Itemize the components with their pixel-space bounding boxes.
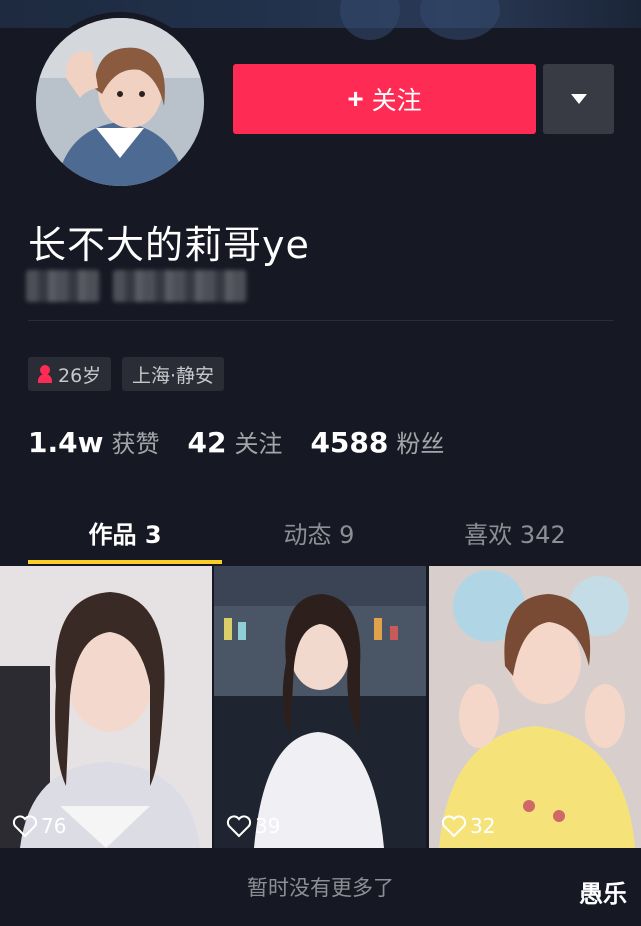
more-options-button[interactable] <box>543 64 614 134</box>
follow-label: 关注 <box>371 87 422 115</box>
blurred-user-id <box>113 270 247 302</box>
video-thumbnail-image <box>214 566 426 848</box>
follow-button[interactable]: + 关注 <box>233 64 536 134</box>
likes-count: 1.4w <box>28 426 104 459</box>
following-label: 关注 <box>234 430 283 458</box>
avatar-image <box>36 18 204 186</box>
video-grid: 76 39 32 <box>0 566 641 848</box>
likes-stat[interactable]: 1.4w 获赞 <box>28 424 159 459</box>
like-count-value: 39 <box>255 814 281 838</box>
like-count: 76 <box>12 814 66 838</box>
video-thumbnail-image <box>429 566 641 848</box>
active-tab-indicator <box>28 560 222 564</box>
female-icon <box>38 365 52 383</box>
followers-label: 粉丝 <box>396 430 445 458</box>
tab-moments[interactable]: 动态 9 <box>222 500 416 564</box>
video-thumbnail[interactable]: 39 <box>214 566 426 848</box>
location-label: 上海·静安 <box>132 364 215 387</box>
watermark: 愚乐 <box>579 880 627 908</box>
age-label: 26岁 <box>58 364 102 387</box>
like-count-value: 76 <box>41 814 67 838</box>
caret-down-icon <box>570 94 587 104</box>
stats-row: 1.4w 获赞 42 关注 4588 粉丝 <box>28 424 472 459</box>
blurred-user-id <box>26 270 100 302</box>
avatar[interactable] <box>36 18 204 186</box>
divider <box>28 320 614 321</box>
followers-count: 4588 <box>310 426 389 459</box>
banner-decoration <box>420 0 500 40</box>
video-thumbnail[interactable]: 76 <box>0 566 212 848</box>
no-more-content-text: 暂时没有更多了 <box>247 876 394 900</box>
age-tag: 26岁 <box>28 357 112 391</box>
like-count: 39 <box>226 814 280 838</box>
heart-icon <box>441 815 467 838</box>
video-thumbnail-image <box>0 566 212 848</box>
heart-icon <box>12 815 38 838</box>
heart-icon <box>226 815 252 838</box>
likes-label: 获赞 <box>111 430 160 458</box>
like-count: 32 <box>441 814 495 838</box>
location-tag: 上海·静安 <box>122 357 225 391</box>
following-stat[interactable]: 42 关注 <box>187 424 282 459</box>
followers-stat[interactable]: 4588 粉丝 <box>310 424 444 459</box>
plus-icon: + <box>347 83 364 114</box>
tab-works[interactable]: 作品 3 <box>28 500 222 564</box>
video-thumbnail[interactable]: 32 <box>429 566 641 848</box>
banner-decoration <box>340 0 400 40</box>
tab-likes[interactable]: 喜欢 342 <box>418 500 612 564</box>
profile-tabs: 作品 3 动态 9 喜欢 342 <box>0 500 641 564</box>
following-count: 42 <box>187 426 227 459</box>
profile-nickname: 长不大的莉哥ye <box>28 223 310 267</box>
like-count-value: 32 <box>470 814 496 838</box>
